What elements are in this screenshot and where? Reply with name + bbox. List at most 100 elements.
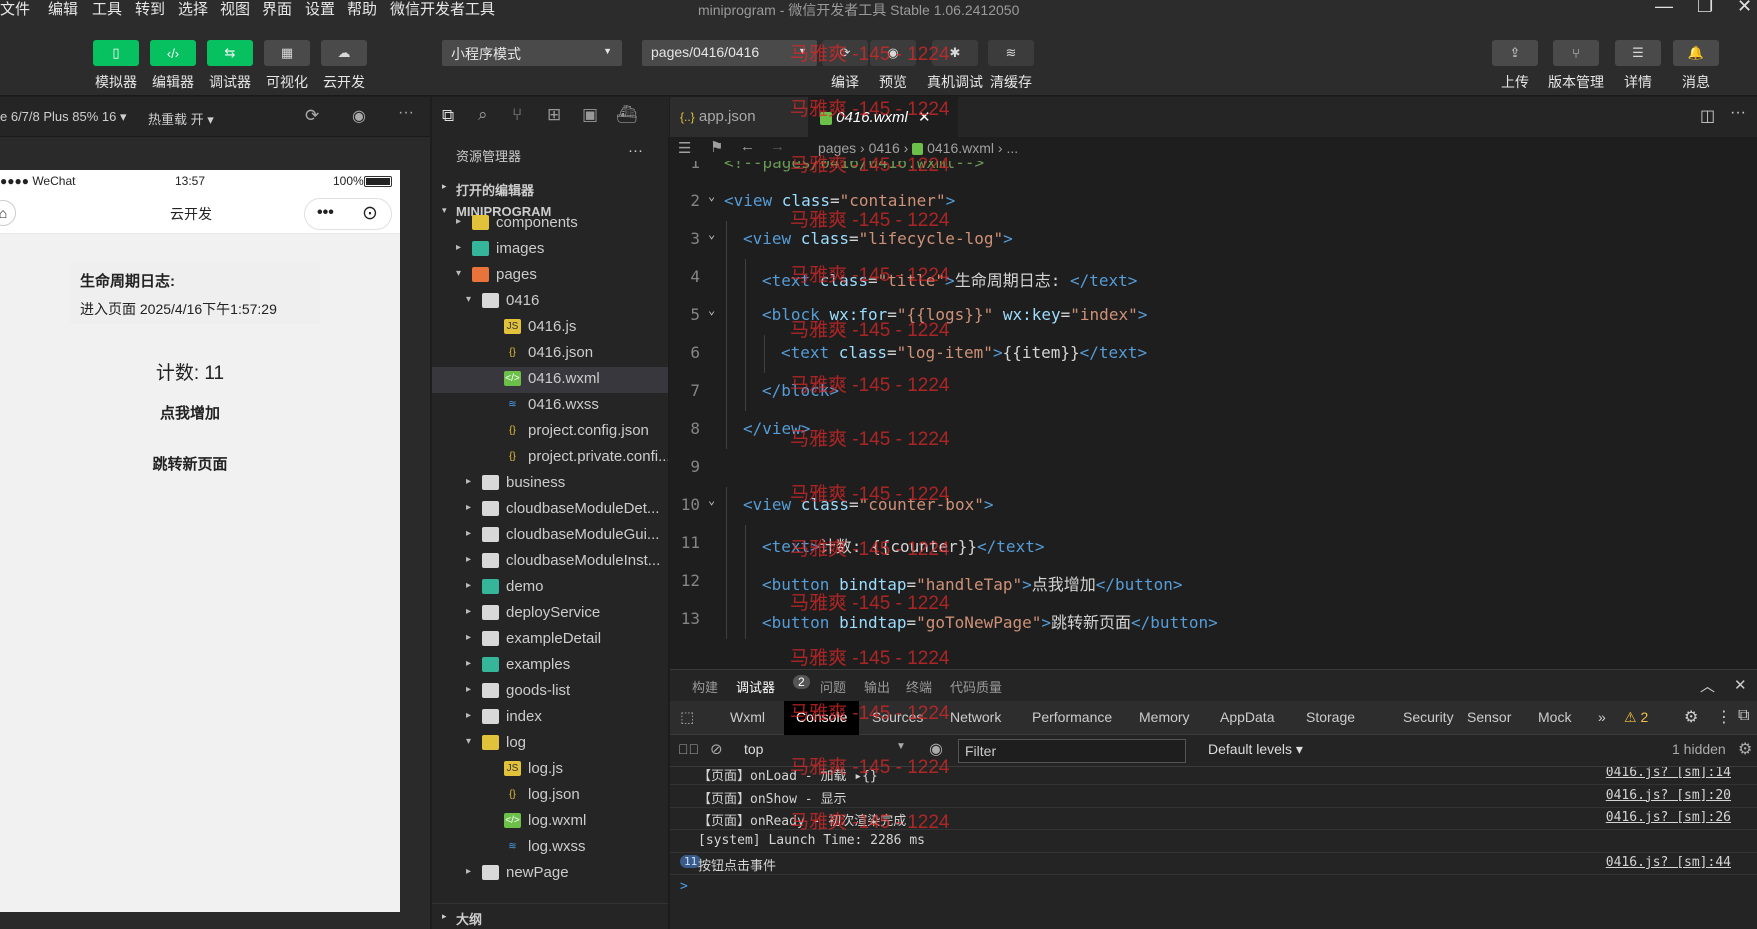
dock-icon[interactable]: ⧉ <box>1738 707 1749 725</box>
tree-item[interactable]: {} project.private.confi... <box>432 445 668 471</box>
tree-item[interactable]: {} 0416.json <box>432 341 668 367</box>
bookmark-icon[interactable]: ⚑ <box>710 138 723 156</box>
tree-item[interactable]: ▸ newPage <box>432 861 668 887</box>
fold-chevron-icon[interactable]: ⌄ <box>708 189 715 203</box>
panel-tab[interactable]: 终端 <box>906 677 932 696</box>
rotate-icon[interactable]: ⟳ <box>305 106 319 126</box>
toolbar-button[interactable]: ✱ <box>932 40 978 66</box>
explorer-more-icon[interactable]: ··· <box>628 142 643 159</box>
panel-tab[interactable]: 构建 <box>692 677 718 696</box>
context-select[interactable]: top <box>744 741 763 757</box>
editor-more-icon[interactable]: ··· <box>1730 104 1746 122</box>
tree-item[interactable]: ≋ 0416.wxss <box>432 393 668 419</box>
menu-item[interactable]: 视图 <box>220 0 250 19</box>
tree-item[interactable]: ▸ cloudbaseModuleDet... <box>432 497 668 523</box>
tree-item[interactable]: JS 0416.js <box>432 315 668 341</box>
menu-item[interactable]: 界面 <box>262 0 292 19</box>
tree-item[interactable]: ▾ pages <box>432 263 668 289</box>
devtools-tab[interactable]: Wxml <box>730 709 765 725</box>
sidebar-toggle-icon[interactable]: ▶⃞ <box>678 741 699 757</box>
devtools-tab[interactable]: Sources <box>872 709 923 725</box>
tree-item[interactable]: {} project.config.json <box>432 419 668 445</box>
panel-tab[interactable]: 问题 <box>820 677 846 696</box>
capsule-menu[interactable]: ••• ⊙ <box>304 198 392 230</box>
stop-icon[interactable]: ◉ <box>352 106 366 126</box>
home-icon[interactable]: ⌂ <box>0 200 16 226</box>
tree-item[interactable]: {} log.json <box>432 783 668 809</box>
filter-input[interactable]: Filter <box>958 739 1186 763</box>
tree-item[interactable]: JS log.js <box>432 757 668 783</box>
menu-item[interactable]: 工具 <box>92 0 122 19</box>
tree-item[interactable]: ▸ business <box>432 471 668 497</box>
forward-icon[interactable]: → <box>770 138 785 155</box>
console-prompt[interactable]: > <box>680 879 688 894</box>
clear-console-icon[interactable]: ⊘ <box>710 740 723 758</box>
tree-item[interactable]: ▸ images <box>432 237 668 263</box>
tree-item[interactable]: ▸ examples <box>432 653 668 679</box>
tab-app-json[interactable]: {..} app.json <box>670 97 808 137</box>
more-icon[interactable]: ··· <box>398 104 414 122</box>
panel-tab[interactable]: 输出 <box>864 677 890 696</box>
menu-item[interactable]: 设置 <box>305 0 335 19</box>
toolbar-button[interactable]: ⟳ <box>822 40 868 66</box>
split-editor-icon[interactable]: ◫ <box>1700 106 1715 126</box>
simulator-button[interactable]: ▯ <box>93 40 139 66</box>
toolbar-button[interactable]: ≋ <box>988 40 1034 66</box>
devtools-tab[interactable]: Security <box>1403 709 1454 725</box>
fold-chevron-icon[interactable]: ⌄ <box>708 493 715 507</box>
menu-item[interactable]: 转到 <box>135 0 165 19</box>
device-select[interactable]: e 6/7/8 Plus 85% 16 ▾ <box>0 109 127 125</box>
tree-item[interactable]: ▸ goods-list <box>432 679 668 705</box>
menu-item[interactable]: 帮助 <box>347 0 377 19</box>
back-icon[interactable]: ← <box>740 138 755 155</box>
mode-select[interactable]: 小程序模式 ▼ <box>442 40 622 66</box>
source-control-icon[interactable]: ⑂ <box>512 105 522 125</box>
devtools-tab[interactable]: Storage <box>1306 709 1355 725</box>
tree-item[interactable]: ▸ index <box>432 705 668 731</box>
tree-item[interactable]: ▸ demo <box>432 575 668 601</box>
devtools-tab[interactable]: Console <box>784 701 860 735</box>
list-icon[interactable]: ☰ <box>678 139 691 157</box>
hot-reload-toggle[interactable]: 热重载 开 ▾ <box>148 109 214 128</box>
menu-item[interactable]: 微信开发者工具 <box>390 0 495 19</box>
console-source-link[interactable]: 0416.js? [sm]:44 <box>1606 855 1731 870</box>
capsule-close-icon[interactable]: ⊙ <box>362 202 378 225</box>
toolbar-button[interactable]: ⇆ <box>207 40 253 66</box>
menu-item[interactable]: 文件 <box>0 0 30 19</box>
more-tabs-icon[interactable]: » <box>1598 709 1606 725</box>
search-icon[interactable]: ⌕ <box>478 105 488 125</box>
fold-chevron-icon[interactable]: ⌄ <box>708 303 715 317</box>
menu-item[interactable]: 编辑 <box>48 0 78 19</box>
console-source-link[interactable]: 0416.js? [sm]:14 <box>1606 767 1731 780</box>
minimize-icon[interactable]: — <box>1655 0 1673 17</box>
extensions-icon[interactable]: ⊞ <box>547 105 561 125</box>
devtools-tab[interactable]: Performance <box>1032 709 1112 725</box>
toolbar-button[interactable]: ☁ <box>321 40 367 66</box>
navigate-button[interactable]: 跳转新页面 <box>0 453 380 474</box>
outline-section[interactable]: ▸ 大纲 <box>432 903 668 929</box>
console-source-link[interactable]: 0416.js? [sm]:26 <box>1606 810 1731 825</box>
tree-item[interactable]: ≋ log.wxss <box>432 835 668 861</box>
open-editors-section[interactable]: ▸ 打开的编辑器 <box>432 177 668 199</box>
increase-button[interactable]: 点我增加 <box>0 402 380 423</box>
devtools-tab[interactable]: Network <box>950 709 1001 725</box>
console-settings-icon[interactable]: ⚙ <box>1738 739 1752 759</box>
docker-icon[interactable]: ⛴ <box>616 105 638 125</box>
breadcrumb-path[interactable]: pages › 0416 › 0416.wxml › ... <box>818 140 1018 156</box>
panel-tab[interactable]: 调试器 <box>736 677 775 696</box>
toolbar-button[interactable]: ‹/› <box>150 40 196 66</box>
close-window-icon[interactable]: ✕ <box>1737 0 1752 17</box>
toolbar-button[interactable]: ☰ <box>1615 40 1661 66</box>
page-select[interactable]: pages/0416/0416 ▼ <box>642 40 817 66</box>
inspect-icon[interactable]: ⬚ <box>680 708 694 726</box>
tree-item[interactable]: ▸ exampleDetail <box>432 627 668 653</box>
capsule-more-icon[interactable]: ••• <box>317 204 334 222</box>
devtools-tab[interactable]: Mock <box>1538 709 1571 725</box>
devtools-tab[interactable]: AppData <box>1220 709 1274 725</box>
tree-item[interactable]: ▸ deployService <box>432 601 668 627</box>
toolbar-button[interactable]: 🔔 <box>1673 40 1719 66</box>
tree-item[interactable]: </> 0416.wxml <box>432 367 668 393</box>
maximize-icon[interactable]: ❐ <box>1697 0 1713 17</box>
debug-panel-icon[interactable]: ▣ <box>582 105 598 125</box>
tree-item[interactable]: ▾ 0416 <box>432 289 668 315</box>
